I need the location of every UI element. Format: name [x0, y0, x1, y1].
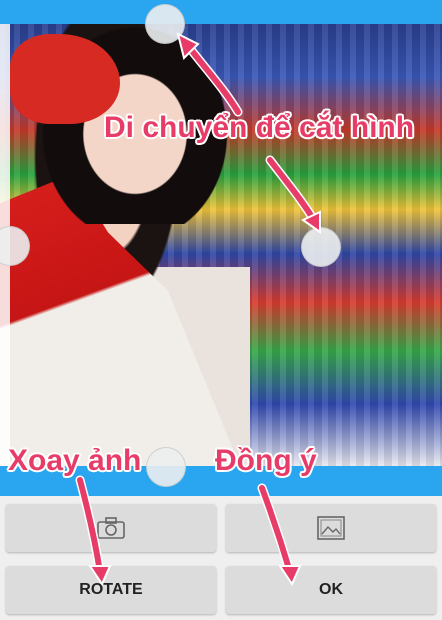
- image-icon: [317, 516, 345, 540]
- rotate-button-label: ROTATE: [79, 581, 143, 598]
- rotate-button[interactable]: ROTATE: [6, 566, 216, 614]
- crop-image[interactable]: [0, 24, 442, 466]
- camera-icon: [97, 517, 125, 539]
- crop-handle-top[interactable]: [145, 4, 185, 44]
- crop-handle-bottom[interactable]: [146, 447, 186, 487]
- ok-button[interactable]: OK: [226, 566, 436, 614]
- crop-frame-top-border: [0, 0, 442, 24]
- ok-hint-label: Đồng ý: [215, 444, 317, 477]
- rotate-hint-label: Xoay ảnh: [8, 444, 142, 477]
- crop-hint-label: Di chuyển để cắt hình: [104, 111, 415, 144]
- camera-button[interactable]: [6, 504, 216, 552]
- ok-button-label: OK: [319, 581, 343, 598]
- gallery-button[interactable]: [226, 504, 436, 552]
- crop-handle-right[interactable]: [301, 227, 341, 267]
